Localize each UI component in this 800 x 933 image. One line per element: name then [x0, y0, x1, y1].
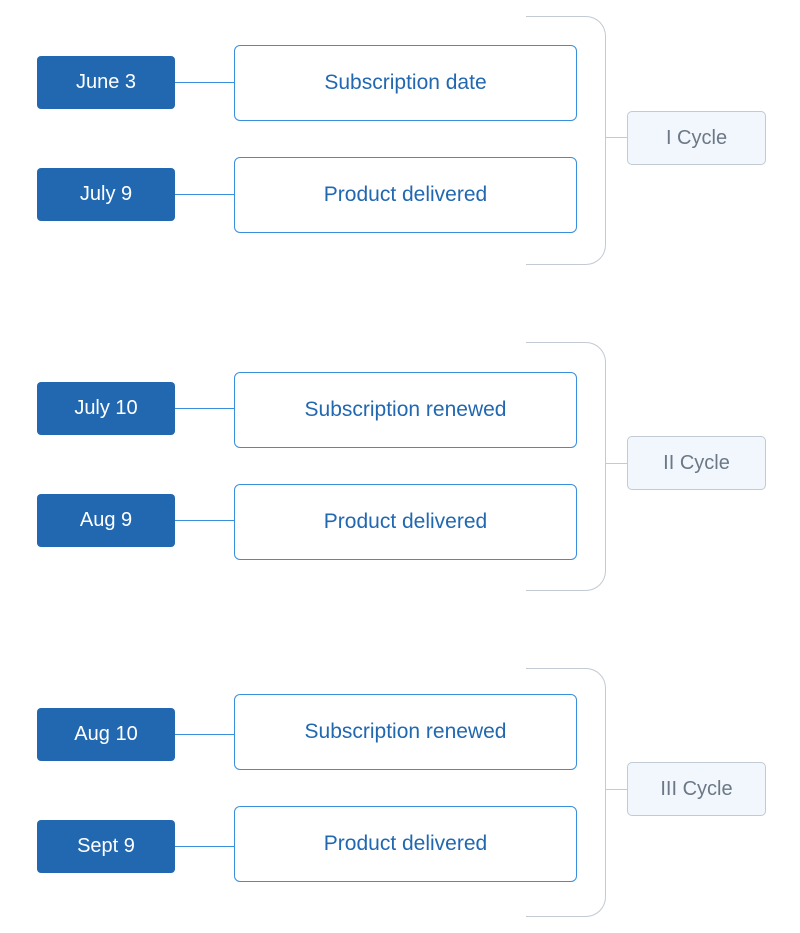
bracket-connector — [606, 463, 628, 464]
connector-line — [175, 408, 234, 409]
date-box: July 9 — [37, 168, 175, 221]
connector-line — [175, 734, 234, 735]
bracket-connector — [606, 137, 628, 138]
date-box: Aug 10 — [37, 708, 175, 761]
cycle-group-1: June 3 Subscription date July 9 Product … — [0, 16, 800, 266]
cycle-group-3: Aug 10 Subscription renewed Sept 9 Produ… — [0, 668, 800, 918]
connector-line — [175, 82, 234, 83]
bracket-connector — [606, 789, 628, 790]
cycle-group-2: July 10 Subscription renewed Aug 9 Produ… — [0, 342, 800, 592]
cycle-bracket — [526, 16, 606, 265]
date-box: June 3 — [37, 56, 175, 109]
cycle-badge: I Cycle — [627, 111, 766, 165]
connector-line — [175, 846, 234, 847]
cycle-badge: III Cycle — [627, 762, 766, 816]
cycle-badge: II Cycle — [627, 436, 766, 490]
connector-line — [175, 520, 234, 521]
cycle-bracket — [526, 668, 606, 917]
connector-line — [175, 194, 234, 195]
cycle-bracket — [526, 342, 606, 591]
date-box: Aug 9 — [37, 494, 175, 547]
date-box: Sept 9 — [37, 820, 175, 873]
date-box: July 10 — [37, 382, 175, 435]
